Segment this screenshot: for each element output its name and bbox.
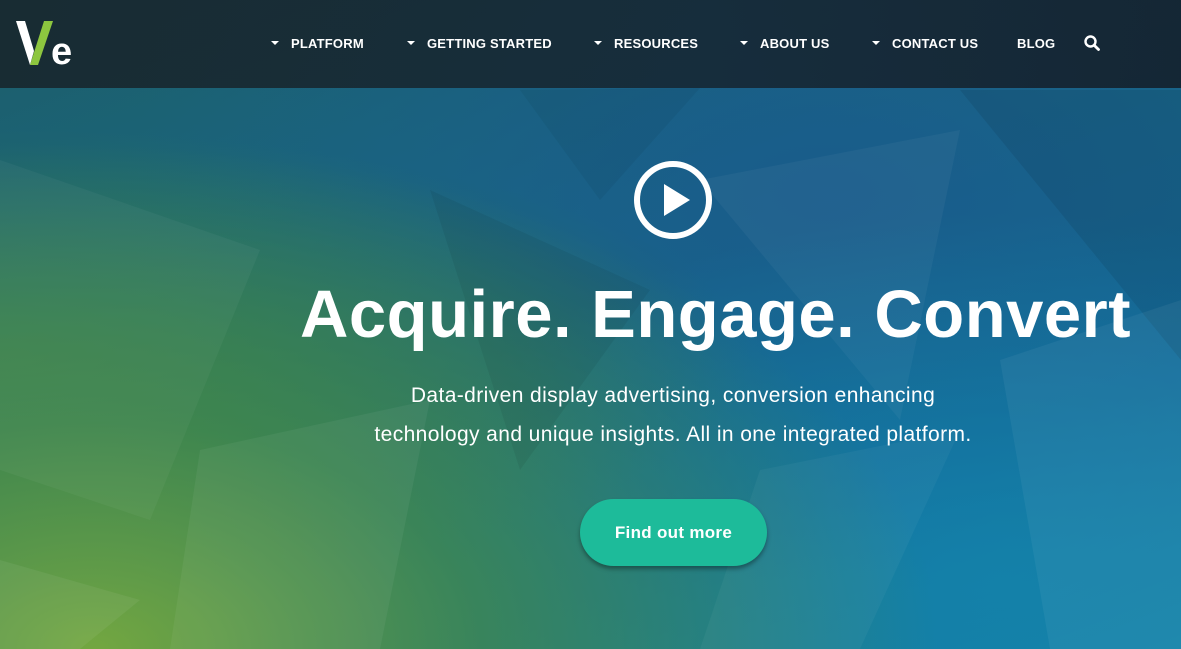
search-icon xyxy=(1084,35,1100,51)
nav-item-about-us[interactable]: ABOUT US xyxy=(740,34,830,52)
nav-item-contact-us[interactable]: CONTACT US xyxy=(872,34,978,52)
caret-down-icon xyxy=(407,41,415,45)
search-button[interactable] xyxy=(1083,34,1101,52)
main-nav: PLATFORM GETTING STARTED RESOURCES ABOUT… xyxy=(0,0,1181,88)
caret-down-icon xyxy=(594,41,602,45)
nav-item-blog[interactable]: BLOG xyxy=(1017,34,1055,52)
find-out-more-button[interactable]: Find out more xyxy=(580,499,767,566)
top-navigation-bar: e PLATFORM GETTING STARTED RESOURCES ABO… xyxy=(0,0,1181,88)
caret-down-icon xyxy=(740,41,748,45)
play-icon xyxy=(634,161,712,239)
hero-subtitle-line-1: Data-driven display advertising, convers… xyxy=(410,384,936,407)
caret-down-icon xyxy=(872,41,880,45)
nav-label: ABOUT US xyxy=(760,35,830,51)
hero-headline: Acquire. Engage. Convert xyxy=(300,277,1132,352)
caret-down-icon xyxy=(271,41,279,45)
hero-subtitle-line-2: technology and unique insights. All in o… xyxy=(374,423,972,446)
nav-item-resources[interactable]: RESOURCES xyxy=(594,34,698,52)
nav-label: PLATFORM xyxy=(291,35,364,51)
nav-label: BLOG xyxy=(1017,35,1056,51)
nav-label: RESOURCES xyxy=(614,35,699,51)
nav-item-platform[interactable]: PLATFORM xyxy=(271,34,364,52)
nav-label: CONTACT US xyxy=(892,35,979,51)
nav-label: GETTING STARTED xyxy=(427,35,552,51)
play-video-button[interactable] xyxy=(633,160,713,240)
nav-item-getting-started[interactable]: GETTING STARTED xyxy=(407,34,552,52)
